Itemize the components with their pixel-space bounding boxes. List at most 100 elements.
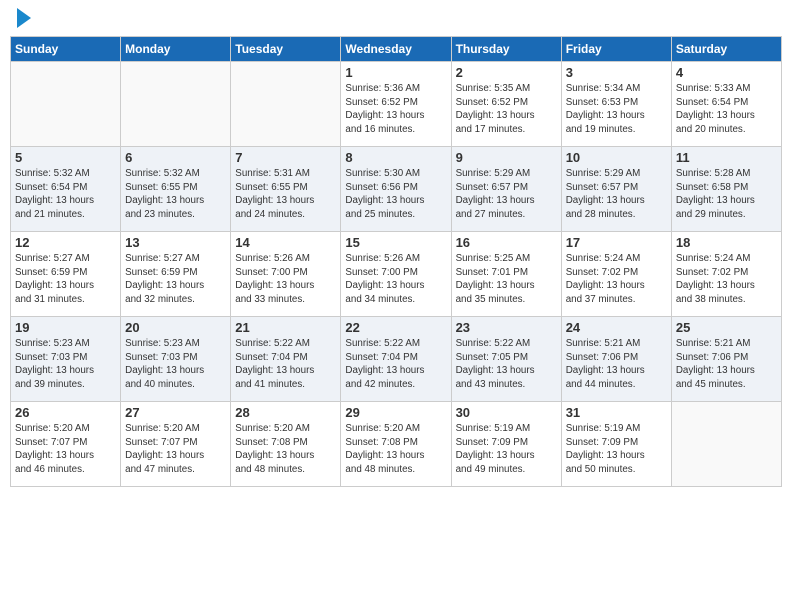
day-info: Sunrise: 5:28 AMSunset: 6:58 PMDaylight:… xyxy=(676,167,777,222)
day-cell: 23 Sunrise: 5:22 AMSunset: 7:05 PMDayligh… xyxy=(451,317,561,402)
day-cell xyxy=(671,402,781,487)
day-cell xyxy=(121,62,231,147)
day-info: Sunrise: 5:19 AMSunset: 7:09 PMDaylight:… xyxy=(566,422,667,477)
week-row-4: 19 Sunrise: 5:23 AMSunset: 7:03 PMDayligh… xyxy=(11,317,782,402)
day-info: Sunrise: 5:19 AMSunset: 7:09 PMDaylight:… xyxy=(456,422,557,477)
day-number: 22 xyxy=(345,320,446,335)
day-number: 11 xyxy=(676,150,777,165)
day-info: Sunrise: 5:24 AMSunset: 7:02 PMDaylight:… xyxy=(676,252,777,307)
day-header-friday: Friday xyxy=(561,37,671,62)
day-info: Sunrise: 5:32 AMSunset: 6:55 PMDaylight:… xyxy=(125,167,226,222)
day-info: Sunrise: 5:27 AMSunset: 6:59 PMDaylight:… xyxy=(125,252,226,307)
day-cell: 16Sunrise: 5:25 AMSunset: 7:01 PMDayligh… xyxy=(451,232,561,317)
page-header xyxy=(10,10,782,28)
day-info: Sunrise: 5:35 AMSunset: 6:52 PMDaylight:… xyxy=(456,82,557,137)
day-number: 8 xyxy=(345,150,446,165)
day-info: Sunrise: 5:20 AMSunset: 7:07 PMDaylight:… xyxy=(15,422,116,477)
day-cell: 1Sunrise: 5:36 AMSunset: 6:52 PMDaylight… xyxy=(341,62,451,147)
day-cell: 25 Sunrise: 5:21 AMSunset: 7:06 PMDayligh… xyxy=(671,317,781,402)
day-info: Sunrise: 5:30 AMSunset: 6:56 PMDaylight:… xyxy=(345,167,446,222)
day-number: 9 xyxy=(456,150,557,165)
day-info: Sunrise: 5:27 AMSunset: 6:59 PMDaylight:… xyxy=(15,252,116,307)
day-info: Sunrise: 5:26 AMSunset: 7:00 PMDaylight:… xyxy=(235,252,336,307)
day-number: 1 xyxy=(345,65,446,80)
day-info: Sunrise: 5:29 AMSunset: 6:57 PMDaylight:… xyxy=(566,167,667,222)
day-cell: 8 Sunrise: 5:30 AMSunset: 6:56 PMDaylight… xyxy=(341,147,451,232)
day-number: 31 xyxy=(566,405,667,420)
day-info: Sunrise: 5:26 AMSunset: 7:00 PMDaylight:… xyxy=(345,252,446,307)
day-number: 21 xyxy=(235,320,336,335)
day-cell: 7 Sunrise: 5:31 AMSunset: 6:55 PMDaylight… xyxy=(231,147,341,232)
day-cell: 27Sunrise: 5:20 AMSunset: 7:07 PMDayligh… xyxy=(121,402,231,487)
day-number: 7 xyxy=(235,150,336,165)
day-number: 5 xyxy=(15,150,116,165)
day-number: 6 xyxy=(125,150,226,165)
day-number: 4 xyxy=(676,65,777,80)
day-header-tuesday: Tuesday xyxy=(231,37,341,62)
day-cell: 3Sunrise: 5:34 AMSunset: 6:53 PMDaylight… xyxy=(561,62,671,147)
day-info: Sunrise: 5:33 AMSunset: 6:54 PMDaylight:… xyxy=(676,82,777,137)
day-cell: 19 Sunrise: 5:23 AMSunset: 7:03 PMDayligh… xyxy=(11,317,121,402)
day-number: 24 xyxy=(566,320,667,335)
day-info: Sunrise: 5:34 AMSunset: 6:53 PMDaylight:… xyxy=(566,82,667,137)
day-cell: 6 Sunrise: 5:32 AMSunset: 6:55 PMDaylight… xyxy=(121,147,231,232)
day-cell: 26 Sunrise: 5:20 AMSunset: 7:07 PMDayligh… xyxy=(11,402,121,487)
day-header-saturday: Saturday xyxy=(671,37,781,62)
day-info: Sunrise: 5:23 AMSunset: 7:03 PMDaylight:… xyxy=(125,337,226,392)
day-cell: 2 Sunrise: 5:35 AMSunset: 6:52 PMDaylight… xyxy=(451,62,561,147)
day-cell: 9 Sunrise: 5:29 AMSunset: 6:57 PMDaylight… xyxy=(451,147,561,232)
day-number: 15 xyxy=(345,235,446,250)
day-header-sunday: Sunday xyxy=(11,37,121,62)
day-info: Sunrise: 5:22 AMSunset: 7:05 PMDaylight:… xyxy=(456,337,557,392)
day-number: 10 xyxy=(566,150,667,165)
day-number: 26 xyxy=(15,405,116,420)
day-header-thursday: Thursday xyxy=(451,37,561,62)
week-row-2: 5 Sunrise: 5:32 AMSunset: 6:54 PMDaylight… xyxy=(11,147,782,232)
day-info: Sunrise: 5:31 AMSunset: 6:55 PMDaylight:… xyxy=(235,167,336,222)
day-cell xyxy=(11,62,121,147)
day-header-monday: Monday xyxy=(121,37,231,62)
day-number: 17 xyxy=(566,235,667,250)
day-cell: 18 Sunrise: 5:24 AMSunset: 7:02 PMDayligh… xyxy=(671,232,781,317)
day-number: 23 xyxy=(456,320,557,335)
day-cell: 5 Sunrise: 5:32 AMSunset: 6:54 PMDaylight… xyxy=(11,147,121,232)
day-number: 29 xyxy=(345,405,446,420)
day-info: Sunrise: 5:20 AMSunset: 7:08 PMDaylight:… xyxy=(235,422,336,477)
day-number: 28 xyxy=(235,405,336,420)
calendar-table: SundayMondayTuesdayWednesdayThursdayFrid… xyxy=(10,36,782,487)
day-cell: 29Sunrise: 5:20 AMSunset: 7:08 PMDayligh… xyxy=(341,402,451,487)
day-cell: 28 Sunrise: 5:20 AMSunset: 7:08 PMDayligh… xyxy=(231,402,341,487)
week-row-1: 1Sunrise: 5:36 AMSunset: 6:52 PMDaylight… xyxy=(11,62,782,147)
day-number: 25 xyxy=(676,320,777,335)
day-info: Sunrise: 5:23 AMSunset: 7:03 PMDaylight:… xyxy=(15,337,116,392)
day-number: 27 xyxy=(125,405,226,420)
day-number: 20 xyxy=(125,320,226,335)
day-number: 19 xyxy=(15,320,116,335)
day-info: Sunrise: 5:24 AMSunset: 7:02 PMDaylight:… xyxy=(566,252,667,307)
day-number: 18 xyxy=(676,235,777,250)
day-number: 2 xyxy=(456,65,557,80)
header-row: SundayMondayTuesdayWednesdayThursdayFrid… xyxy=(11,37,782,62)
day-number: 13 xyxy=(125,235,226,250)
day-cell: 15 Sunrise: 5:26 AMSunset: 7:00 PMDayligh… xyxy=(341,232,451,317)
day-info: Sunrise: 5:32 AMSunset: 6:54 PMDaylight:… xyxy=(15,167,116,222)
day-cell: 21Sunrise: 5:22 AMSunset: 7:04 PMDayligh… xyxy=(231,317,341,402)
day-info: Sunrise: 5:29 AMSunset: 6:57 PMDaylight:… xyxy=(456,167,557,222)
day-info: Sunrise: 5:21 AMSunset: 7:06 PMDaylight:… xyxy=(566,337,667,392)
day-info: Sunrise: 5:22 AMSunset: 7:04 PMDaylight:… xyxy=(345,337,446,392)
day-cell: 22 Sunrise: 5:22 AMSunset: 7:04 PMDayligh… xyxy=(341,317,451,402)
day-cell: 11 Sunrise: 5:28 AMSunset: 6:58 PMDayligh… xyxy=(671,147,781,232)
day-number: 14 xyxy=(235,235,336,250)
day-info: Sunrise: 5:21 AMSunset: 7:06 PMDaylight:… xyxy=(676,337,777,392)
day-cell: 14 Sunrise: 5:26 AMSunset: 7:00 PMDayligh… xyxy=(231,232,341,317)
day-cell: 4 Sunrise: 5:33 AMSunset: 6:54 PMDaylight… xyxy=(671,62,781,147)
day-cell: 30Sunrise: 5:19 AMSunset: 7:09 PMDayligh… xyxy=(451,402,561,487)
day-info: Sunrise: 5:25 AMSunset: 7:01 PMDaylight:… xyxy=(456,252,557,307)
day-cell: 13 Sunrise: 5:27 AMSunset: 6:59 PMDayligh… xyxy=(121,232,231,317)
day-cell xyxy=(231,62,341,147)
day-cell: 12Sunrise: 5:27 AMSunset: 6:59 PMDayligh… xyxy=(11,232,121,317)
day-cell: 31 Sunrise: 5:19 AMSunset: 7:09 PMDayligh… xyxy=(561,402,671,487)
day-cell: 17 Sunrise: 5:24 AMSunset: 7:02 PMDayligh… xyxy=(561,232,671,317)
logo xyxy=(14,10,31,28)
day-cell: 10 Sunrise: 5:29 AMSunset: 6:57 PMDayligh… xyxy=(561,147,671,232)
